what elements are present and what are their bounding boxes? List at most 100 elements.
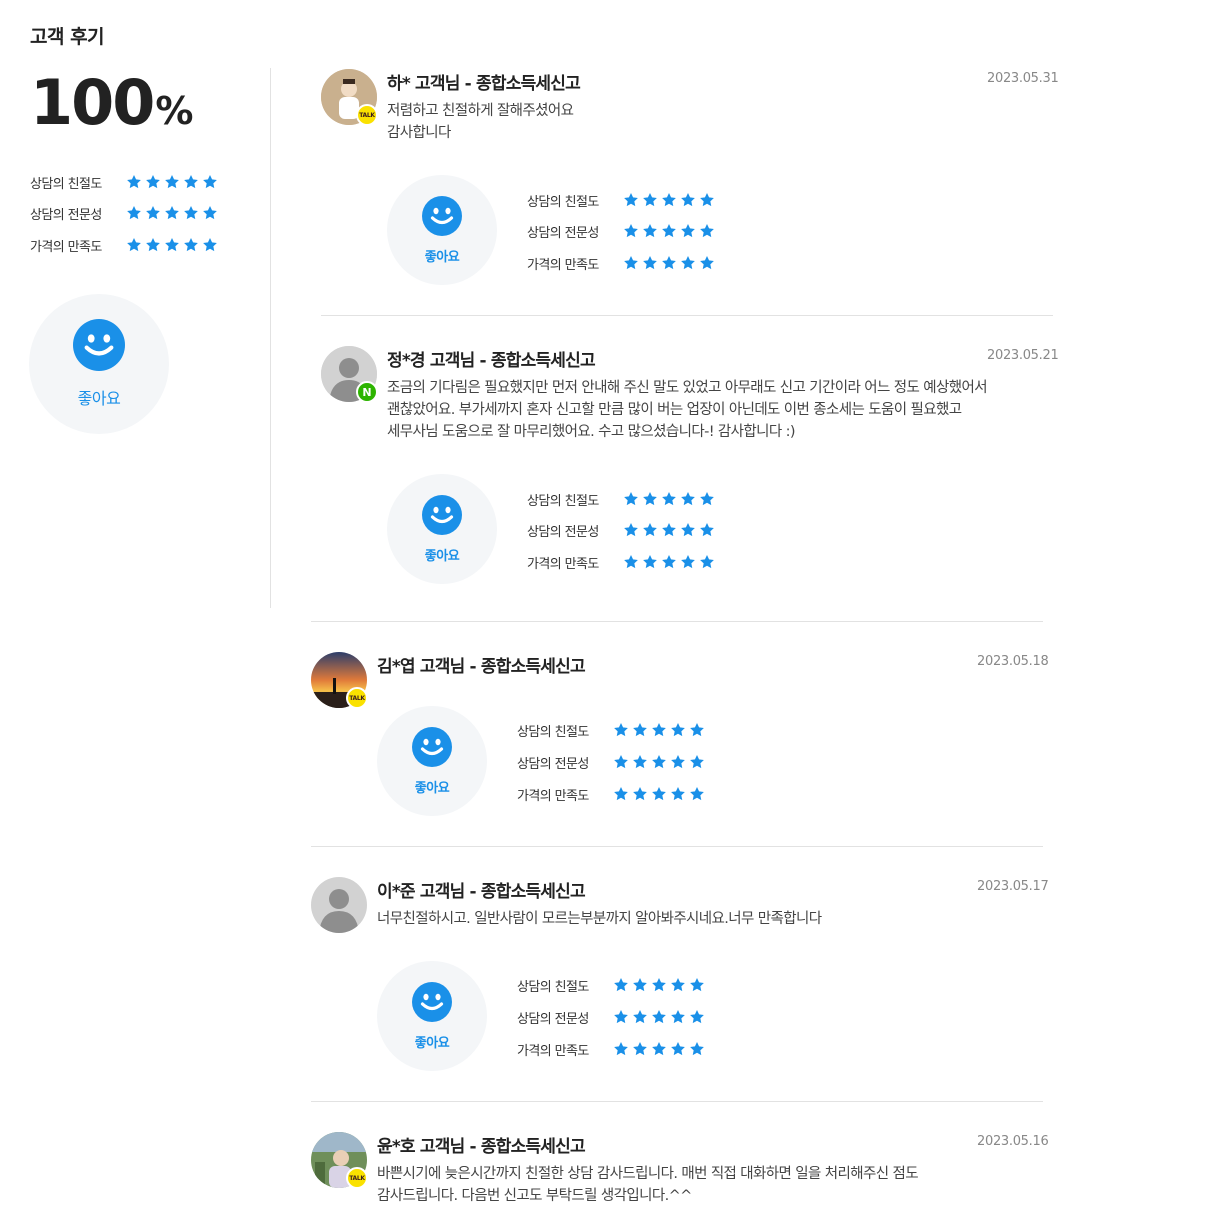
star-icon xyxy=(165,206,179,220)
star-icon xyxy=(184,206,198,220)
kakao-talk-icon: TALK xyxy=(346,687,368,709)
star-rating xyxy=(613,754,705,770)
star-icon xyxy=(652,1042,666,1056)
star-icon xyxy=(614,755,628,769)
divider xyxy=(311,846,1043,847)
star-icon xyxy=(643,224,657,238)
star-icon xyxy=(681,193,695,207)
star-icon xyxy=(671,787,685,801)
star-icon xyxy=(203,206,217,220)
smile-icon xyxy=(73,319,125,375)
star-icon xyxy=(671,755,685,769)
star-rating xyxy=(623,554,715,570)
review-text-line: 바쁜시기에 늦은시간까지 친절한 상담 감사드립니다. 매번 직접 대화하면 일… xyxy=(377,1166,919,1182)
star-icon xyxy=(681,523,695,537)
star-icon xyxy=(671,1042,685,1056)
star-icon xyxy=(614,978,628,992)
review-text-line: 세무사님 도움으로 잘 마무리했어요. 수고 많으셨습니다-! 감사합니다 :) xyxy=(387,424,796,440)
star-icon xyxy=(146,206,160,220)
page-title: 고객 후기 xyxy=(30,26,105,48)
star-icon xyxy=(614,1010,628,1024)
star-icon xyxy=(671,1010,685,1024)
star-icon xyxy=(184,175,198,189)
review-date: 2023.05.18 xyxy=(977,654,1049,669)
star-rating xyxy=(613,786,705,802)
divider xyxy=(311,1101,1043,1102)
rating-label: 가격의 만족도 xyxy=(30,239,102,255)
like-label: 좋아요 xyxy=(424,249,460,265)
star-icon xyxy=(184,238,198,252)
star-icon xyxy=(700,555,714,569)
column-divider xyxy=(270,68,271,608)
star-icon xyxy=(681,224,695,238)
smile-face-svg xyxy=(73,319,125,371)
review-date: 2023.05.31 xyxy=(987,71,1059,86)
smile-icon xyxy=(412,726,452,771)
star-icon xyxy=(662,555,676,569)
star-rating xyxy=(613,1041,705,1057)
smile-face-svg xyxy=(412,726,452,767)
star-icon xyxy=(681,256,695,270)
star-icon xyxy=(652,1010,666,1024)
star-icon xyxy=(624,193,638,207)
rating-label: 상담의 전문성 xyxy=(517,756,589,772)
star-icon xyxy=(652,787,666,801)
star-rating xyxy=(623,255,715,271)
star-icon xyxy=(633,755,647,769)
smile-icon xyxy=(412,981,452,1026)
like-label: 좋아요 xyxy=(414,780,450,796)
star-icon xyxy=(700,492,714,506)
rating-label: 가격의 만족도 xyxy=(517,788,589,804)
naver-icon: N xyxy=(356,381,378,403)
star-rating xyxy=(623,522,715,538)
star-icon xyxy=(662,492,676,506)
star-icon xyxy=(643,492,657,506)
like-label: 좋아요 xyxy=(424,548,460,564)
star-icon xyxy=(690,787,704,801)
summary-rating-kindness: 상담의 친절도 xyxy=(30,172,218,192)
rating-label: 가격의 만족도 xyxy=(517,1043,589,1059)
star-icon xyxy=(662,224,676,238)
star-icon xyxy=(146,238,160,252)
star-icon xyxy=(662,523,676,537)
star-icon xyxy=(624,523,638,537)
star-icon xyxy=(643,523,657,537)
smile-face-svg xyxy=(422,195,462,236)
rating-label: 상담의 전문성 xyxy=(517,1011,589,1027)
rating-price: 가격의 만족도 xyxy=(517,784,705,804)
star-icon xyxy=(165,175,179,189)
star-icon xyxy=(633,1042,647,1056)
smile-icon xyxy=(422,494,462,539)
star-icon xyxy=(652,978,666,992)
star-icon xyxy=(633,787,647,801)
review-date: 2023.05.16 xyxy=(977,1134,1049,1149)
rating-label: 상담의 친절도 xyxy=(527,194,599,210)
star-icon xyxy=(614,1042,628,1056)
star-icon xyxy=(614,723,628,737)
review-text-line: 너무친절하시고. 일반사람이 모르는부분까지 알아봐주시네요.너무 만족합니다 xyxy=(377,911,822,927)
star-icon xyxy=(662,256,676,270)
star-icon xyxy=(700,256,714,270)
summary-like-badge: 좋아요 xyxy=(29,294,169,434)
star-icon xyxy=(127,206,141,220)
summary-rating-expertise: 상담의 전문성 xyxy=(30,203,218,223)
review-text: 너무친절하시고. 일반사람이 모르는부분까지 알아봐주시네요.너무 만족합니다 xyxy=(377,908,822,930)
star-icon xyxy=(203,175,217,189)
smile-icon xyxy=(422,195,462,240)
star-rating xyxy=(613,977,705,993)
reviewer-avatar xyxy=(311,877,367,933)
star-icon xyxy=(700,523,714,537)
star-icon xyxy=(624,555,638,569)
like-badge: 좋아요 xyxy=(387,175,497,285)
star-rating xyxy=(613,1009,705,1025)
star-icon xyxy=(633,723,647,737)
star-icon xyxy=(624,224,638,238)
rating-label: 상담의 전문성 xyxy=(527,225,599,241)
star-rating xyxy=(126,174,218,190)
rating-expertise: 상담의 전문성 xyxy=(517,1007,705,1027)
rating-price: 가격의 만족도 xyxy=(517,1039,705,1059)
star-icon xyxy=(652,755,666,769)
star-rating xyxy=(623,223,715,239)
summary-rating-price: 가격의 만족도 xyxy=(30,235,218,255)
rating-kindness: 상담의 친절도 xyxy=(527,190,715,210)
